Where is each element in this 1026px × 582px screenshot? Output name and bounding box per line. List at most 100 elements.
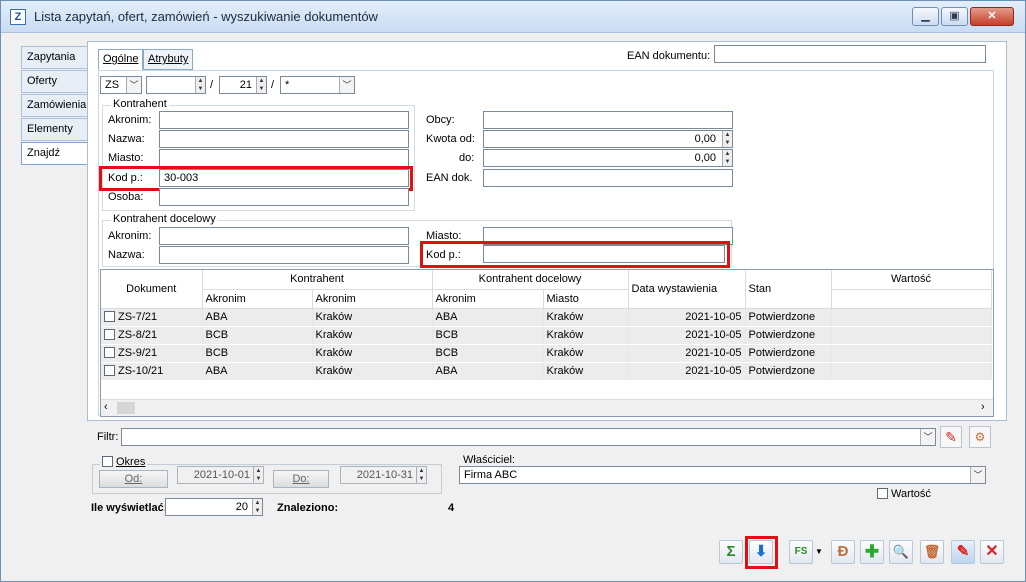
filter-input[interactable]: ﹀ xyxy=(121,428,936,446)
docelowy-nazwa-label: Nazwa: xyxy=(108,249,145,261)
table-row[interactable]: ZS-10/21 ABA Kraków ABA Kraków 2021-10-0… xyxy=(101,362,992,381)
spinner-icon[interactable]: ▲ ▼ xyxy=(256,77,266,93)
osoba-label: Osoba: xyxy=(108,191,144,203)
cell: Kraków xyxy=(312,362,433,381)
docelowy-akronim-input[interactable] xyxy=(159,227,409,245)
close-window-button[interactable]: ✕ xyxy=(970,7,1014,26)
wartosc-checkbox-box[interactable] xyxy=(877,488,888,499)
clear-filter-icon[interactable]: ✎ xyxy=(940,426,962,448)
from-date-input[interactable]: 2021-10-01 ▲ ▼ xyxy=(177,466,264,484)
tab-zapytania[interactable]: Zapytania xyxy=(21,46,88,69)
doc-year-input[interactable]: 21 ▲ ▼ xyxy=(219,76,267,94)
doc-number-input[interactable]: ▲ ▼ xyxy=(146,76,206,94)
miasto-input[interactable] xyxy=(159,149,409,167)
col-wartosc[interactable]: Wartość xyxy=(831,270,992,290)
kwota-od-label: Kwota od: xyxy=(426,133,475,145)
cell: 2021-10-05 xyxy=(628,362,746,381)
row-checkbox[interactable] xyxy=(104,365,115,376)
col-d-akronim[interactable]: Akronim xyxy=(432,289,544,309)
docelowy-kod-input[interactable] xyxy=(483,245,725,263)
tab-atrybuty[interactable]: Atrybuty xyxy=(143,49,194,70)
cell: BCB xyxy=(432,326,544,345)
period-checkbox[interactable]: Okres xyxy=(100,456,148,468)
add-button[interactable]: ✚ xyxy=(860,540,884,564)
export-button[interactable]: ⬇ xyxy=(749,540,773,564)
to-date-input[interactable]: 2021-10-31 ▲ ▼ xyxy=(340,466,427,484)
table-row[interactable]: ZS-8/21 BCB Kraków BCB Kraków 2021-10-05… xyxy=(101,326,992,345)
period-checkbox-box[interactable] xyxy=(102,456,113,467)
filter-builder-icon[interactable]: ⚙ xyxy=(969,426,991,448)
ean-document-input[interactable] xyxy=(714,45,986,63)
doc-type-select[interactable]: ZS ﹀ xyxy=(100,76,142,94)
ean-dok-input[interactable] xyxy=(483,169,733,187)
col-k-akronim[interactable]: Akronim xyxy=(202,289,313,309)
table-subheader-row: Akronim Akronim Akronim Miasto xyxy=(101,289,992,309)
row-checkbox[interactable] xyxy=(104,347,115,358)
cell: Kraków xyxy=(312,308,433,327)
chevron-left-icon[interactable]: ‹ xyxy=(104,401,108,413)
spinner-icon[interactable]: ▲ ▼ xyxy=(416,467,426,483)
tab-zamowienia[interactable]: Zamówienia xyxy=(21,94,88,117)
owner-label: Właściciel: xyxy=(463,454,515,466)
spinner-icon[interactable]: ▲ ▼ xyxy=(722,150,732,166)
edit-button[interactable]: ✎ xyxy=(951,540,975,564)
kwota-do-input[interactable]: 0,00 ▲ ▼ xyxy=(483,149,733,167)
col-stan[interactable]: Stan xyxy=(745,270,832,309)
col-data[interactable]: Data wystawienia xyxy=(628,270,746,309)
cell-dokument[interactable]: ZS-8/21 xyxy=(101,326,203,345)
to-button[interactable]: Do: xyxy=(273,470,329,488)
kwota-od-value: 0,00 xyxy=(694,133,716,145)
obcy-input[interactable] xyxy=(483,111,733,129)
minimize-button[interactable]: ▁ xyxy=(912,7,939,26)
from-button[interactable]: Od: xyxy=(99,470,168,488)
search-icon[interactable]: 🔍 xyxy=(889,540,913,564)
horizontal-scrollbar[interactable]: ‹ › xyxy=(101,399,993,416)
akronim-input[interactable] xyxy=(159,111,409,129)
tab-oferty[interactable]: Oferty xyxy=(21,70,88,93)
tab-elementy[interactable]: Elementy xyxy=(21,118,88,141)
cell: ABA xyxy=(432,362,544,381)
tab-ogolne[interactable]: Ogólne xyxy=(98,49,144,70)
cell: BCB xyxy=(432,344,544,363)
sum-button[interactable]: Σ xyxy=(719,540,743,564)
cell xyxy=(831,308,992,327)
spinner-icon[interactable]: ▲ ▼ xyxy=(722,131,732,147)
cell-dokument[interactable]: ZS-7/21 xyxy=(101,308,203,327)
fs-document-button[interactable]: FS xyxy=(789,540,813,564)
maximize-button[interactable]: ▣ xyxy=(941,7,968,26)
col-dokument[interactable]: Dokument xyxy=(101,270,203,309)
osoba-input[interactable] xyxy=(159,188,409,206)
generate-document-button[interactable]: Ð xyxy=(831,540,855,564)
cell: 2021-10-05 xyxy=(628,308,746,327)
doc-series-select[interactable]: * ﹀ xyxy=(280,76,355,94)
table-row[interactable]: ZS-9/21 BCB Kraków BCB Kraków 2021-10-05… xyxy=(101,344,992,363)
row-checkbox[interactable] xyxy=(104,311,115,322)
col-k-miasto[interactable]: Akronim xyxy=(312,289,433,309)
col-d-miasto[interactable]: Miasto xyxy=(543,289,629,309)
spinner-icon[interactable]: ▲ ▼ xyxy=(252,499,262,515)
docelowy-akronim-label: Akronim: xyxy=(108,230,152,242)
chevron-down-icon: ﹀ xyxy=(126,77,141,93)
cell-dokument[interactable]: ZS-9/21 xyxy=(101,344,203,363)
kod-pocztowy-input[interactable]: 30-003 xyxy=(159,169,409,187)
doc-number: ZS-7/21 xyxy=(118,311,158,323)
cell: BCB xyxy=(202,326,313,345)
kwota-od-input[interactable]: 0,00 ▲ ▼ xyxy=(483,130,733,148)
docelowy-nazwa-input[interactable] xyxy=(159,246,409,264)
nazwa-input[interactable] xyxy=(159,130,409,148)
cell-dokument[interactable]: ZS-10/21 xyxy=(101,362,203,381)
chevron-down-icon[interactable]: ▼ xyxy=(815,547,823,556)
table-row[interactable]: ZS-7/21 ABA Kraków ABA Kraków 2021-10-05… xyxy=(101,308,992,327)
tab-znajdz[interactable]: Znajdź xyxy=(21,142,88,165)
chevron-right-icon[interactable]: › xyxy=(981,401,985,413)
scrollbar-thumb[interactable] xyxy=(117,402,135,414)
spinner-icon[interactable]: ▲ ▼ xyxy=(195,77,205,93)
close-button[interactable]: ✕ xyxy=(980,540,1004,564)
owner-select[interactable]: Firma ABC ﹀ xyxy=(459,466,986,484)
show-count-input[interactable]: 20 ▲ ▼ xyxy=(165,498,263,516)
cell: Potwierdzone xyxy=(745,308,832,327)
delete-button[interactable]: 🗑 xyxy=(920,540,944,564)
wartosc-checkbox[interactable]: Wartość xyxy=(877,488,931,500)
spinner-icon[interactable]: ▲ ▼ xyxy=(253,467,263,483)
row-checkbox[interactable] xyxy=(104,329,115,340)
